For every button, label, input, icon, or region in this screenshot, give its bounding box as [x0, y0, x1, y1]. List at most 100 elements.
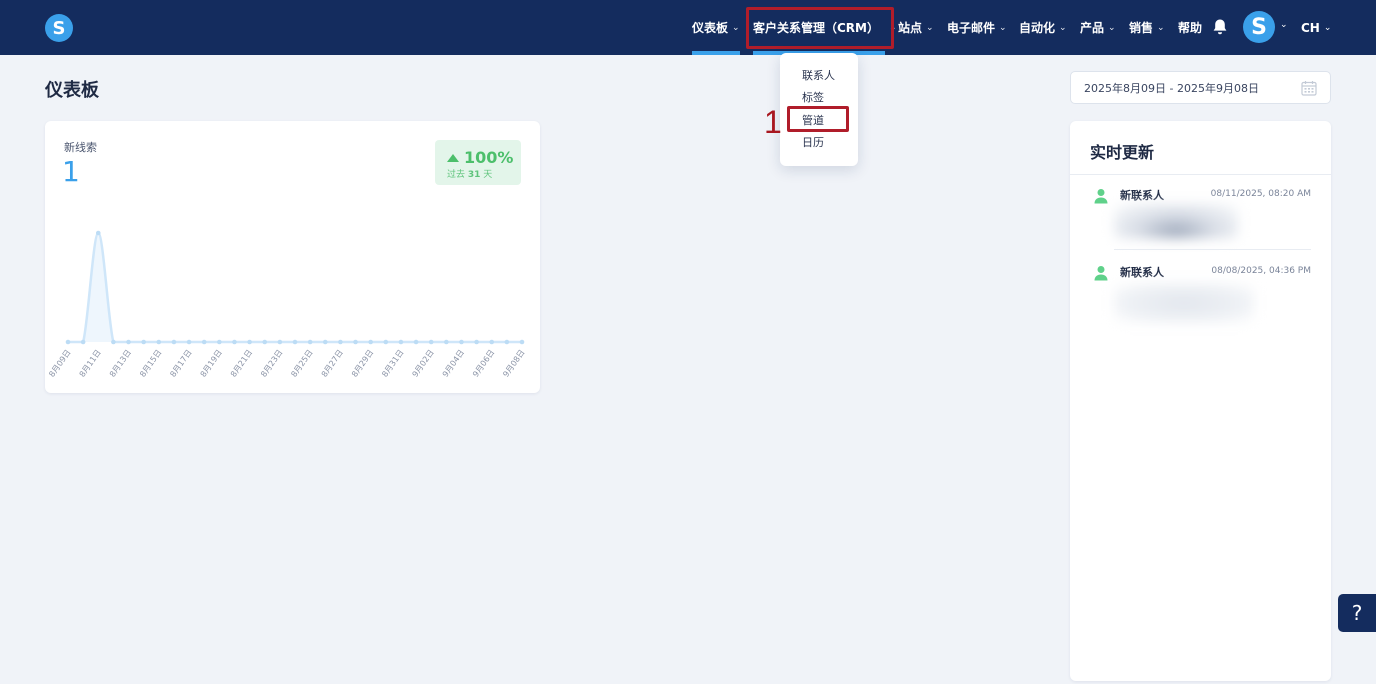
chart-series-line — [68, 231, 522, 344]
x-tick-label: 8月23日 — [259, 348, 284, 379]
feed-item-time: 08/08/2025, 04:36 PM — [1211, 266, 1311, 276]
live-updates-panel: 实时更新 新联系人 08/11/2025, 08:20 AM 新联系人 08/0… — [1070, 121, 1331, 681]
x-tick-label: 8月11日 — [78, 348, 103, 379]
nav-automation-label: 自动化 — [1019, 21, 1056, 35]
x-tick-label: 8月17日 — [168, 348, 193, 379]
chart-point[interactable] — [126, 339, 131, 345]
leads-chart: 8月09日 8月11日 8月13日 8月15日 8月17日 8月19日 8月21日 8月23日… — [47, 230, 527, 379]
redacted-content — [1114, 283, 1254, 323]
chart-point[interactable] — [277, 339, 283, 345]
chart-point[interactable] — [459, 339, 464, 345]
nav-sales[interactable]: 销售 ⌄ — [1129, 0, 1165, 55]
chevron-down-icon: ⌄ — [999, 22, 1007, 33]
nav-products[interactable]: 产品 ⌄ — [1080, 0, 1116, 55]
chart-point[interactable] — [186, 339, 192, 345]
live-updates-title: 实时更新 — [1090, 143, 1155, 162]
chart-point[interactable] — [111, 339, 116, 345]
divider — [1070, 174, 1331, 175]
chart-point[interactable] — [65, 339, 71, 345]
chart-point[interactable] — [247, 339, 252, 345]
chart-point[interactable] — [141, 339, 146, 345]
nav-dashboard[interactable]: 仪表板 ⌄ — [692, 0, 740, 55]
x-tick-label: 9月08日 — [501, 348, 526, 379]
feed-item-title: 新联系人 — [1120, 189, 1164, 202]
nav-dashboard-label: 仪表板 — [692, 21, 729, 35]
chart-point[interactable] — [171, 339, 177, 345]
chart-point[interactable] — [80, 339, 86, 345]
chart-point[interactable] — [232, 339, 237, 345]
language-label: CH — [1301, 20, 1320, 35]
chart-point[interactable] — [353, 339, 358, 345]
menu-item-contacts[interactable]: 联系人 — [802, 67, 835, 83]
chart-area — [68, 233, 522, 342]
new-leads-card: 新线索 1 100% 过去 31 天 8月09日 8月11日 8月13日 8月15日 8… — [45, 121, 540, 393]
chart-point[interactable] — [262, 339, 268, 345]
person-icon — [1094, 189, 1108, 204]
nav-sales-label: 销售 — [1129, 21, 1154, 35]
x-tick-label: 8月13日 — [108, 348, 133, 379]
chart-point[interactable] — [95, 230, 101, 236]
chart-point[interactable] — [519, 339, 525, 345]
chevron-down-icon: ⌄ — [1059, 22, 1067, 33]
divider — [1114, 249, 1311, 250]
chart-point[interactable] — [292, 339, 298, 345]
date-range-value: 2025年8月09日 - 2025年9月08日 — [1084, 81, 1259, 95]
x-tick-label: 8月27日 — [320, 348, 345, 379]
chart-point[interactable] — [428, 339, 434, 345]
user-avatar[interactable]: S — [1243, 11, 1275, 43]
chevron-down-icon: ⌄ — [1157, 22, 1165, 33]
nav-help-label: 帮助 — [1178, 21, 1203, 35]
help-button[interactable]: ? — [1338, 594, 1376, 632]
nav-sites-label: 站点 — [898, 21, 923, 35]
x-tick-label: 8月15日 — [138, 348, 163, 379]
pipeline-annotation-box — [787, 106, 849, 132]
chart-point[interactable] — [338, 339, 343, 345]
chevron-down-icon: ⌄ — [926, 22, 934, 33]
chevron-down-icon: ⌄ — [1108, 22, 1116, 33]
x-tick-label: 8月31日 — [380, 348, 405, 379]
feed-item-time: 08/11/2025, 08:20 AM — [1210, 189, 1311, 199]
chart-point[interactable] — [413, 339, 419, 345]
page-title: 仪表板 — [45, 80, 99, 101]
chart-point[interactable] — [383, 339, 389, 345]
chevron-down-icon: ⌄ — [732, 22, 740, 33]
nav-email[interactable]: 电子邮件 ⌄ — [947, 0, 1007, 55]
chart-point[interactable] — [489, 339, 495, 345]
nav-email-label: 电子邮件 — [947, 21, 996, 35]
step-number: 1 — [764, 104, 782, 140]
x-tick-label: 9月04日 — [441, 348, 466, 379]
chart-point[interactable] — [368, 339, 373, 345]
nav-products-label: 产品 — [1080, 21, 1105, 35]
x-tick-label: 8月09日 — [47, 348, 72, 379]
chart-point[interactable] — [217, 339, 222, 345]
chart-point[interactable] — [504, 339, 510, 345]
crm-annotation-box — [746, 7, 894, 49]
x-tick-label: 8月25日 — [289, 348, 314, 379]
chart-point[interactable] — [201, 339, 207, 345]
chart-point[interactable] — [474, 339, 479, 345]
x-tick-label: 8月29日 — [350, 348, 375, 379]
x-tick-label: 9月06日 — [471, 348, 496, 379]
date-range-picker[interactable]: 2025年8月09日 - 2025年9月08日 — [1070, 71, 1331, 104]
chevron-down-icon: ⌄ — [1323, 22, 1332, 33]
menu-item-calendar[interactable]: 日历 — [802, 134, 824, 150]
person-icon — [1094, 266, 1108, 281]
nav-dashboard-active-indicator — [692, 51, 740, 55]
chevron-down-icon[interactable]: ⌄ — [1280, 20, 1288, 30]
chart-point[interactable] — [307, 339, 313, 345]
chart-point[interactable] — [398, 339, 404, 345]
chart-point[interactable] — [444, 339, 449, 345]
nav-sites[interactable]: 站点 ⌄ — [898, 0, 934, 55]
calendar-icon — [1301, 81, 1317, 96]
language-selector[interactable]: CH ⌄ — [1301, 0, 1331, 55]
chart-point[interactable] — [156, 339, 162, 345]
x-tick-label: 9月02日 — [411, 348, 436, 379]
bell-icon[interactable] — [1212, 18, 1228, 36]
nav-automation[interactable]: 自动化 ⌄ — [1019, 0, 1067, 55]
nav-help[interactable]: 帮助 — [1178, 0, 1202, 55]
feed-item-title: 新联系人 — [1120, 266, 1164, 279]
redacted-content — [1114, 204, 1238, 238]
chart-point[interactable] — [322, 339, 328, 345]
app-logo[interactable]: S — [45, 14, 73, 42]
menu-item-tags[interactable]: 标签 — [802, 89, 824, 105]
